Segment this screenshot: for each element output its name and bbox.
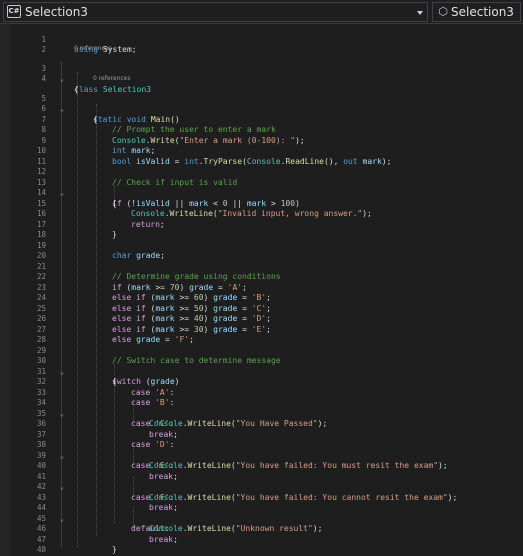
code-line: 19 char grade; <box>36 240 165 261</box>
code-line: 3 ⌄ class Selection3 <box>41 63 152 94</box>
navigation-bar: C# Selection3 ⬡ Selection3 <box>0 0 523 24</box>
code-line: 21 // Determine grade using conditions <box>36 261 281 282</box>
code-line: 15 Console.WriteLine("Invalid input, wro… <box>36 198 372 219</box>
code-line: 34 ⌄ case 'C': <box>36 398 175 428</box>
code-line: 5 ⌄ static void Main() <box>41 93 180 124</box>
chevron-down-icon[interactable] <box>417 11 423 15</box>
code-line: 38 ⌄ case 'E': <box>36 440 175 470</box>
code-line: 4 { <box>41 74 79 94</box>
csharp-project-icon: C# <box>7 5 21 18</box>
class-name: Selection3 <box>451 5 514 19</box>
code-line: 16 return; <box>36 209 165 229</box>
code-line: 11 <box>36 156 46 166</box>
code-line: 2 <box>41 45 46 54</box>
code-line: 27 else grade = 'F'; <box>36 324 194 345</box>
code-line: 41 ⌄ case 'F': <box>36 471 175 502</box>
code-editor[interactable]: 0 references 0 references 1 using System… <box>0 24 523 556</box>
code-line: 36 break; <box>36 419 178 439</box>
code-line: 10 bool isValid = int.TryParse(Console.R… <box>36 146 392 166</box>
code-line: 30 ⌄ switch (grade) <box>36 356 180 386</box>
code-line: 47 } <box>36 534 117 555</box>
code-line: 23 else if (mark >= 60) grade = 'B'; <box>36 282 271 303</box>
code-line: 12 // Check if input is valid <box>36 167 238 187</box>
code-line: 49 } <box>0 545 523 556</box>
code-line: 42 Console.WriteLine("You have failed: Y… <box>36 482 458 502</box>
class-dropdown[interactable]: ⬡ Selection3 <box>432 2 521 22</box>
code-editor-window: C# Selection3 ⬡ Selection3 0 references … <box>0 0 523 556</box>
code-line: 7 // Prompt the user to enter a mark <box>41 114 276 135</box>
code-line: 32 case 'A': <box>36 377 175 397</box>
code-line: 9 int mark; <box>41 135 156 156</box>
code-line: 18 <box>36 230 46 239</box>
code-line: 45 Console.WriteLine("Unknown result"); <box>36 513 323 534</box>
code-line: 46 break; <box>36 524 178 544</box>
code-line: 1 using System; <box>41 34 137 55</box>
code-line: 37 case 'D': <box>36 429 175 450</box>
project-dropdown[interactable]: C# Selection3 <box>3 2 428 22</box>
project-name: Selection3 <box>25 5 88 19</box>
code-line: 29 // Switch case to determine message <box>36 345 281 366</box>
code-line: 33 case 'B': <box>36 387 175 408</box>
code-line: 31 { <box>36 366 117 387</box>
code-line: 14 { <box>36 188 117 208</box>
code-line: 39 Console.WriteLine("You have failed: Y… <box>36 450 448 471</box>
code-line: 20 <box>36 251 46 260</box>
code-line: 24 else if (mark >= 50) grade = 'C'; <box>36 293 271 313</box>
code-line: 43 break; <box>36 492 178 513</box>
code-line: 22 if (mark >= 70) grade = 'A'; <box>36 272 247 292</box>
code-line: 40 break; <box>36 461 178 481</box>
code-line: 17 } <box>36 219 117 240</box>
code-line: 26 else if (mark >= 30) grade = 'E'; <box>36 314 271 334</box>
code-line: 48 } <box>36 545 98 556</box>
code-line: 28 <box>36 335 46 344</box>
class-icon: ⬡ <box>438 5 448 18</box>
code-line: 44 ⌄ default: <box>36 503 170 533</box>
method-references-codelens[interactable]: 0 references <box>93 75 131 82</box>
code-line: 8 Console.Write("Enter a mark (0-100): "… <box>41 125 305 145</box>
code-line: 35 Console.WriteLine("You Have Passed"); <box>36 408 328 429</box>
code-line: 6 { <box>41 104 98 124</box>
code-line: 25 else if (mark >= 40) grade = 'D'; <box>36 303 271 324</box>
code-line: 13 ⌄ if (!isValid || mark < 0 || mark > … <box>36 177 300 208</box>
